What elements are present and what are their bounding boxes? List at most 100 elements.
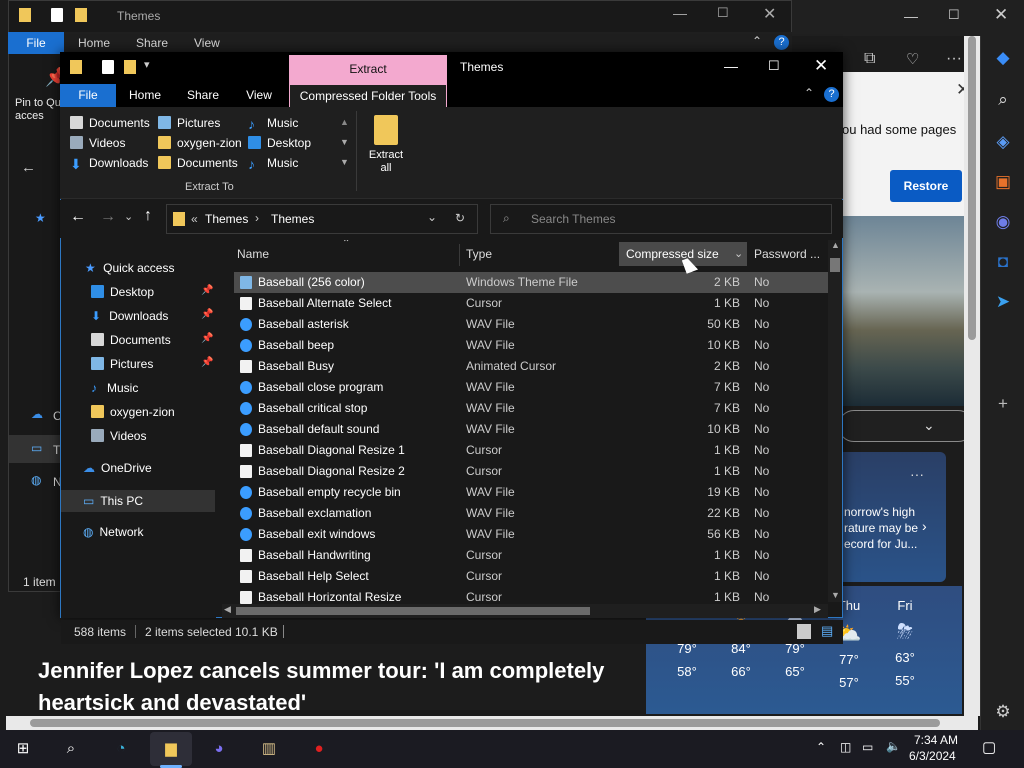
nav-item-downloads[interactable]: ⬇ Downloads — [91, 305, 168, 327]
firefox-icon[interactable]: ◕ — [206, 736, 232, 762]
table-row[interactable]: Baseball beep WAV File 10 KB No — [234, 335, 828, 356]
more-icon[interactable]: ··· — [910, 466, 924, 482]
close-icon[interactable]: ✕ — [814, 56, 828, 76]
maximize-icon[interactable]: ☐ — [768, 58, 780, 74]
heart-icon[interactable]: ♡ — [906, 50, 919, 68]
minimize-icon[interactable]: — — [904, 8, 918, 24]
minimize-icon[interactable]: — — [673, 5, 687, 21]
recent-locations-icon[interactable]: ⌄ — [124, 210, 133, 223]
table-row[interactable]: Baseball Handwriting Cursor 1 KB No — [234, 545, 828, 566]
scrollbar-thumb[interactable] — [830, 258, 840, 272]
nav-item-desktop[interactable]: Desktop — [91, 281, 154, 303]
more-icon[interactable]: ··· — [946, 50, 962, 68]
table-row[interactable]: Baseball exit windows WAV File 56 KB No — [234, 524, 828, 545]
scrollbar-thumb[interactable] — [236, 607, 590, 615]
column-password[interactable]: Password ... — [754, 240, 828, 268]
collapse-ribbon-icon[interactable]: ⌃ — [804, 86, 814, 100]
nav-item-documents[interactable]: Documents — [91, 329, 171, 351]
table-row[interactable]: Baseball Help Select Cursor 1 KB No — [234, 566, 828, 587]
properties-icon[interactable] — [102, 60, 114, 74]
pin-label[interactable]: Pin to Qu acces — [15, 97, 61, 123]
extract-to-desktop[interactable]: Desktop — [248, 134, 311, 152]
outlook-icon[interactable]: ◘ — [991, 250, 1015, 274]
restore-button[interactable]: Restore — [890, 170, 962, 202]
tag-icon[interactable]: ◈ — [991, 130, 1015, 154]
vertical-scrollbar[interactable]: ▲ ▼ — [828, 240, 842, 602]
table-row[interactable]: Baseball default sound WAV File 10 KB No — [234, 419, 828, 440]
back-arrow-icon[interactable]: ← — [70, 208, 86, 226]
large-icons-view-icon[interactable]: ▤ — [821, 623, 833, 639]
back-tab-share[interactable]: Share — [136, 36, 168, 50]
browser-vertical-scrollbar[interactable] — [964, 36, 980, 716]
tab-share[interactable]: Share — [178, 84, 228, 107]
chevron-right-icon[interactable]: › — [922, 518, 927, 534]
tab-file[interactable]: File — [60, 84, 116, 107]
scroll-left-icon[interactable]: ◀ — [224, 604, 231, 615]
expand-gallery-icon[interactable]: ▼ — [340, 157, 349, 167]
forward-arrow-icon[interactable]: → — [100, 208, 116, 226]
edge-icon[interactable]: ◔ — [108, 736, 134, 762]
scroll-down-icon[interactable]: ▼ — [831, 590, 840, 600]
back-tab-file[interactable]: File — [8, 32, 64, 54]
copilot-icon[interactable]: ◆ — [991, 46, 1015, 70]
pin-icon[interactable]: 📌 — [201, 357, 213, 368]
games-icon[interactable]: ◉ — [991, 210, 1015, 234]
search-icon[interactable]: ⌕ — [991, 88, 1015, 112]
tab-compressed-folder-tools[interactable]: Compressed Folder Tools — [289, 84, 447, 107]
refresh-icon[interactable]: ↻ — [455, 211, 465, 225]
table-row[interactable]: Baseball critical stop WAV File 7 KB No — [234, 398, 828, 419]
address-bar[interactable]: « Themes › Themes ⌄ ↻ — [166, 204, 478, 234]
news-headline[interactable]: Jennifer Lopez cancels summer tour: 'I a… — [38, 655, 638, 719]
pin-icon[interactable]: 📌 — [201, 333, 213, 344]
collapse-ribbon-icon[interactable]: ⌃ — [752, 34, 762, 48]
nav-item-videos[interactable]: Videos — [91, 425, 146, 447]
notifications-icon[interactable]: ▢ — [982, 738, 996, 756]
show-hidden-icons-icon[interactable]: ⌃ — [816, 740, 826, 754]
extract-to-documents-2[interactable]: Documents — [158, 154, 238, 172]
breadcrumb-overflow[interactable]: « — [191, 212, 198, 226]
table-row[interactable]: Baseball Diagonal Resize 1 Cursor 1 KB No — [234, 440, 828, 461]
column-type[interactable]: Type — [466, 240, 616, 268]
send-icon[interactable]: ➤ — [991, 290, 1015, 314]
search-icon[interactable]: ⌕ — [58, 736, 84, 762]
network-icon[interactable]: ▭ — [862, 740, 873, 754]
clock-time[interactable]: 7:34 AM — [914, 733, 958, 747]
add-icon[interactable]: + — [991, 392, 1015, 416]
table-row[interactable]: Baseball Busy Animated Cursor 2 KB No — [234, 356, 828, 377]
extract-to-music[interactable]: ♪ Music — [248, 114, 298, 132]
feed-dropdown[interactable]: ⌄ — [838, 410, 974, 442]
nav-item-network[interactable]: ◍ Network — [83, 521, 144, 543]
extract-all-button[interactable]: Extract all — [362, 113, 410, 179]
up-arrow-icon[interactable]: ↑ — [144, 207, 152, 225]
file-explorer-icon[interactable]: ▆ — [158, 736, 184, 762]
help-icon[interactable]: ? — [774, 35, 789, 50]
scroll-up-icon[interactable]: ▲ — [831, 240, 840, 250]
extract-to-downloads[interactable]: ⬇ Downloads — [70, 154, 148, 172]
nav-item-quick-access[interactable]: ★ Quick access — [85, 257, 174, 279]
table-row[interactable]: Baseball exclamation WAV File 22 KB No — [234, 503, 828, 524]
column-name[interactable]: Name — [237, 240, 457, 268]
clock-date[interactable]: 6/3/2024 — [909, 749, 956, 763]
camera-icon[interactable]: ◫ — [840, 740, 851, 754]
extract-to-music-2[interactable]: ♪ Music — [248, 154, 298, 172]
start-windows-icon[interactable]: ⊞ — [10, 736, 36, 762]
address-dropdown-icon[interactable]: ⌄ — [427, 210, 437, 224]
nav-item-this-pc[interactable]: ▭ This PC — [83, 490, 143, 512]
horizontal-scrollbar[interactable]: ◀ ▶ — [222, 604, 828, 618]
breadcrumb-item[interactable]: Themes — [205, 212, 248, 226]
extract-to-oxygen-zion[interactable]: oxygen-zion — [158, 134, 242, 152]
table-row[interactable]: Baseball asterisk WAV File 50 KB No — [234, 314, 828, 335]
tab-view[interactable]: View — [236, 84, 282, 107]
help-icon[interactable]: ? — [824, 87, 839, 102]
scroll-right-icon[interactable]: ▶ — [814, 604, 821, 615]
table-row[interactable]: Baseball Alternate Select Cursor 1 KB No — [234, 293, 828, 314]
pin-icon[interactable]: 📌 — [201, 309, 213, 320]
maximize-icon[interactable]: ☐ — [948, 7, 960, 23]
tools-icon[interactable]: ▣ — [991, 170, 1015, 194]
close-icon[interactable]: ✕ — [763, 4, 776, 24]
close-icon[interactable]: ✕ — [994, 5, 1008, 25]
column-compressed-size[interactable]: Compressed size — [626, 240, 736, 268]
scrollbar-thumb[interactable] — [30, 719, 940, 727]
minimize-icon[interactable]: — — [724, 58, 738, 74]
table-row[interactable]: Baseball Diagonal Resize 2 Cursor 1 KB No — [234, 461, 828, 482]
